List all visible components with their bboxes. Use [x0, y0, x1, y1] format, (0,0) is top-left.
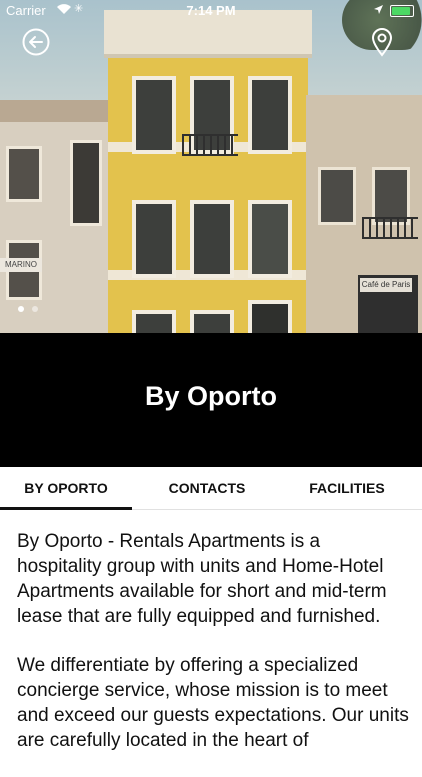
- page-title: By Oporto: [145, 381, 277, 411]
- back-arrow-circle-icon: [22, 28, 50, 61]
- carousel-dot-2[interactable]: [32, 306, 38, 312]
- active-tab-indicator: [0, 507, 132, 510]
- battery-icon: [390, 4, 414, 17]
- map-location-button[interactable]: [366, 27, 398, 62]
- location-arrow-icon: [373, 3, 384, 18]
- photo-shop-sign-right: Café de Paris: [360, 278, 412, 292]
- title-banner: By Oporto: [0, 333, 422, 467]
- status-time: 7:14 PM: [186, 3, 236, 18]
- description-paragraph: We differentiate by offering a specializ…: [17, 655, 409, 751]
- map-pin-icon: [370, 27, 394, 62]
- description-content: By Oporto - Rentals Apartments is a hosp…: [17, 529, 409, 777]
- tab-facilities[interactable]: FACILITIES: [282, 467, 412, 509]
- tab-contacts[interactable]: CONTACTS: [132, 467, 282, 509]
- hero-photo[interactable]: MARINO Café de Paris Carrier ✳ 7:14 PM: [0, 0, 422, 333]
- carousel-dot-1[interactable]: [18, 306, 24, 312]
- photo-building-right: [306, 95, 422, 333]
- back-button[interactable]: [20, 28, 52, 60]
- photo-building-left: [0, 100, 112, 333]
- description-paragraph: By Oporto - Rentals Apartments is a hosp…: [17, 531, 387, 627]
- carousel-indicator[interactable]: [18, 306, 38, 312]
- photo-building-center: [104, 10, 312, 333]
- status-bar: Carrier ✳ 7:14 PM: [0, 0, 422, 22]
- tab-by-oporto[interactable]: BY OPORTO: [0, 467, 132, 509]
- tab-bar: BY OPORTO CONTACTS FACILITIES: [0, 467, 422, 510]
- photo-shop-sign-left: MARINO: [0, 258, 42, 272]
